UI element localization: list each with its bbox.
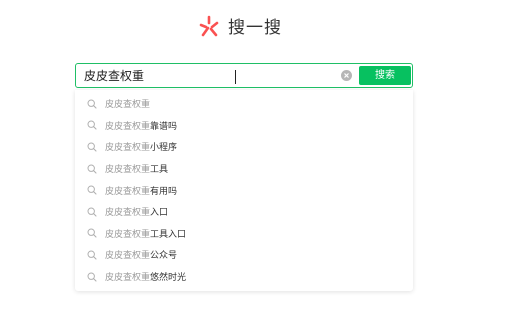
suggestion-suffix: 悠然时光 xyxy=(150,273,187,284)
logo: 搜一搜 xyxy=(198,13,282,38)
search-icon xyxy=(87,272,97,282)
search-icon xyxy=(87,250,97,260)
suggestion-item[interactable]: 皮皮查权重 有用吗 xyxy=(75,179,413,201)
logo-text: 搜一搜 xyxy=(228,18,282,38)
text-caret xyxy=(235,70,236,84)
search-icon xyxy=(87,185,97,195)
suggestion-suffix: 公众号 xyxy=(150,251,178,262)
search-bar: 搜索 xyxy=(75,63,413,88)
suggestion-prefix: 皮皮查权重 xyxy=(105,273,151,284)
suggestion-item[interactable]: 皮皮查权重 xyxy=(75,93,413,115)
suggestion-dropdown: 皮皮查权重 皮皮查权重 靠谱吗 皮皮查权重 小程序 皮皮查权重 工具 皮皮查权重 有用吗 皮皮查权… xyxy=(75,90,413,291)
suggestion-suffix: 有用吗 xyxy=(150,186,178,197)
suggestion-suffix: 小程序 xyxy=(150,143,178,154)
search-icon xyxy=(87,207,97,217)
search-icon xyxy=(87,142,97,152)
suggestion-item[interactable]: 皮皮查权重 小程序 xyxy=(75,136,413,158)
search-icon xyxy=(87,228,97,238)
suggestion-prefix: 皮皮查权重 xyxy=(105,186,151,197)
suggestion-prefix: 皮皮查权重 xyxy=(105,100,151,111)
suggestion-prefix: 皮皮查权重 xyxy=(105,251,151,262)
suggestion-item[interactable]: 皮皮查权重 悠然时光 xyxy=(75,266,413,288)
suggestion-suffix: 入口 xyxy=(150,208,169,219)
suggestion-suffix: 靠谱吗 xyxy=(150,121,178,132)
suggestion-item[interactable]: 皮皮查权重 工具入口 xyxy=(75,223,413,245)
suggestion-item[interactable]: 皮皮查权重 入口 xyxy=(75,201,413,223)
search-page: 搜一搜 搜索 皮皮查权重皮皮查权重靠谱吗皮皮查权重小程序皮皮查权重工具皮皮查权重… xyxy=(0,0,514,323)
suggestion-item[interactable]: 皮皮查权重 靠谱吗 xyxy=(75,115,413,137)
suggestion-prefix: 皮皮查权重 xyxy=(105,165,151,176)
suggestion-prefix: 皮皮查权重 xyxy=(105,208,151,219)
search-button[interactable]: 搜索 xyxy=(359,66,411,85)
suggestion-suffix: 工具 xyxy=(150,165,169,176)
search-icon xyxy=(87,99,97,109)
clear-input-button[interactable] xyxy=(341,70,352,81)
suggestion-prefix: 皮皮查权重 xyxy=(105,143,151,154)
search-icon xyxy=(87,164,97,174)
suggestion-item[interactable]: 皮皮查权重 工具 xyxy=(75,158,413,180)
suggestion-item[interactable]: 皮皮查权重 公众号 xyxy=(75,244,413,266)
search-input[interactable] xyxy=(84,66,324,86)
close-icon xyxy=(344,73,349,78)
search-icon xyxy=(87,120,97,130)
sousou-logo-icon xyxy=(199,15,219,36)
suggestion-prefix: 皮皮查权重 xyxy=(105,121,151,132)
suggestion-prefix: 皮皮查权重 xyxy=(105,229,151,240)
suggestion-suffix: 工具入口 xyxy=(150,229,187,240)
